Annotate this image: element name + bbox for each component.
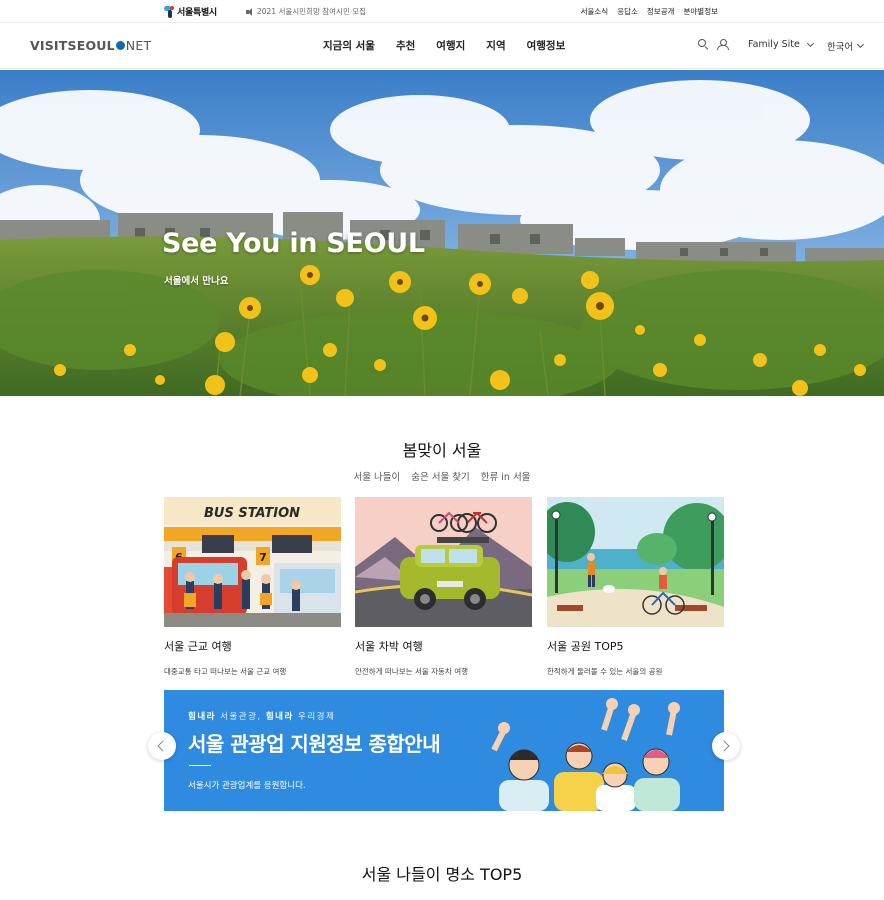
seoul-logo-text: 서울특별시 [177,8,217,18]
section-tabs: 서울 나들이 숨은 서울 찾기 한류 in 서울 [0,469,884,483]
language-dropdown[interactable]: 한국어 [827,39,865,53]
hero-image [0,70,884,396]
chevron-left-icon [157,740,169,752]
chevron-right-icon [718,740,730,752]
banner-prev-button[interactable] [148,732,176,760]
section-title: 봄맞이 서울 [402,441,482,460]
hero-title: See You in SEOUL [162,228,425,259]
brand-tail-text: NET [125,38,152,53]
nav-item-travel-info[interactable]: 여행정보 [527,38,566,53]
nav-item-regions[interactable]: 지역 [486,38,505,53]
card-title: 서울 근교 여행 [164,640,232,653]
banner-title: 서울 관광업 지원정보 종합안내 [188,732,441,756]
global-nav: 지금의 서울 추천 여행지 지역 여행정보 [323,38,565,53]
brand-main-text: VISITSEOUL [30,38,115,53]
tab-hallyu-seoul[interactable]: 한류 in 서울 [481,469,531,483]
tab-hidden-seoul[interactable]: 숨은 서울 찾기 [411,469,469,483]
card-image-bus-station: BUS STATION 6 7 [164,497,341,627]
card-image-car-trip [355,497,532,627]
family-site-dropdown[interactable]: Family Site [748,39,814,50]
notice-text: 2021 서울시민희망 참여시민 모집 [257,7,367,16]
brand-dot [115,41,125,50]
cheering-people-illustration [491,698,680,811]
card-desc: 한적하게 둘러볼 수 있는 서울의 공원 [547,667,663,676]
nav-item-destinations[interactable]: 여행지 [436,38,465,53]
banner-next-button[interactable] [712,732,740,760]
chevron-down-icon [806,39,814,47]
banner-desc: 서울시가 관광업계를 응원합니다. [188,781,306,791]
nav-item-now-seoul[interactable]: 지금의 서울 [323,38,375,53]
card-image-park [547,497,724,627]
seoul-city-logo[interactable]: 서울특별시 [164,5,217,18]
banner-kicker: 힘내라 서울관광, 힘내라 우리경제 [188,712,336,722]
card-park-top5[interactable]: 서울 공원 TOP5 한적하게 둘러볼 수 있는 서울의 공원 [547,497,724,677]
speaker-icon [246,7,254,16]
family-site-label: Family Site [748,39,800,50]
chevron-down-icon [857,40,865,49]
search-icon[interactable] [698,39,708,49]
site-logo[interactable]: VISITSEOUL NET [30,38,151,53]
svg-text:7: 7 [259,551,267,564]
card-desc: 대중교통 타고 떠나보는 서울 근교 여행 [164,667,287,676]
section2-title: 서울 나들이 명소 TOP5 [361,865,523,884]
util-link-field-info[interactable]: 분야별정보 [684,6,719,17]
promo-banner[interactable]: 힘내라 서울관광, 힘내라 우리경제 서울 관광업 지원정보 종합안내 서울시가… [164,690,724,811]
card-title: 서울 공원 TOP5 [547,640,624,653]
util-link-news[interactable]: 서울소식 [581,6,609,17]
top-utility-bar: 서울특별시 2021 서울시민희망 참여시민 모집 서울소식 응답소 정보공개 … [0,0,884,23]
util-link-disclosure[interactable]: 정보공개 [647,6,675,17]
seoul-logo-icon [164,5,174,18]
main-header: VISITSEOUL NET 지금의 서울 추천 여행지 지역 여행정보 Fam… [0,23,884,69]
card-title: 서울 차박 여행 [355,640,423,653]
utility-links: 서울소식 응답소 정보공개 분야별정보 [581,6,718,17]
bus-station-sign: BUS STATION [204,506,300,521]
tab-seoul-outing[interactable]: 서울 나들이 [354,469,401,483]
notice-ticker[interactable]: 2021 서울시민희망 참여시민 모집 [246,6,366,17]
banner-divider [189,765,211,766]
header-icons [698,39,729,50]
card-car-camping[interactable]: 서울 차박 여행 안전하게 떠나보는 서울 자동차 여행 [355,497,532,677]
hero-banner[interactable]: See You in SEOUL 서울에서 만나요 [0,70,884,396]
nav-item-recommend[interactable]: 추천 [396,38,415,53]
language-label: 한국어 [827,42,854,53]
util-link-response[interactable]: 응답소 [617,6,638,17]
user-icon[interactable] [717,39,729,50]
hero-subtitle: 서울에서 만나요 [164,276,229,287]
card-desc: 안전하게 떠나보는 서울 자동차 여행 [355,667,469,676]
card-suburb-trip[interactable]: BUS STATION 6 7 [164,497,341,677]
